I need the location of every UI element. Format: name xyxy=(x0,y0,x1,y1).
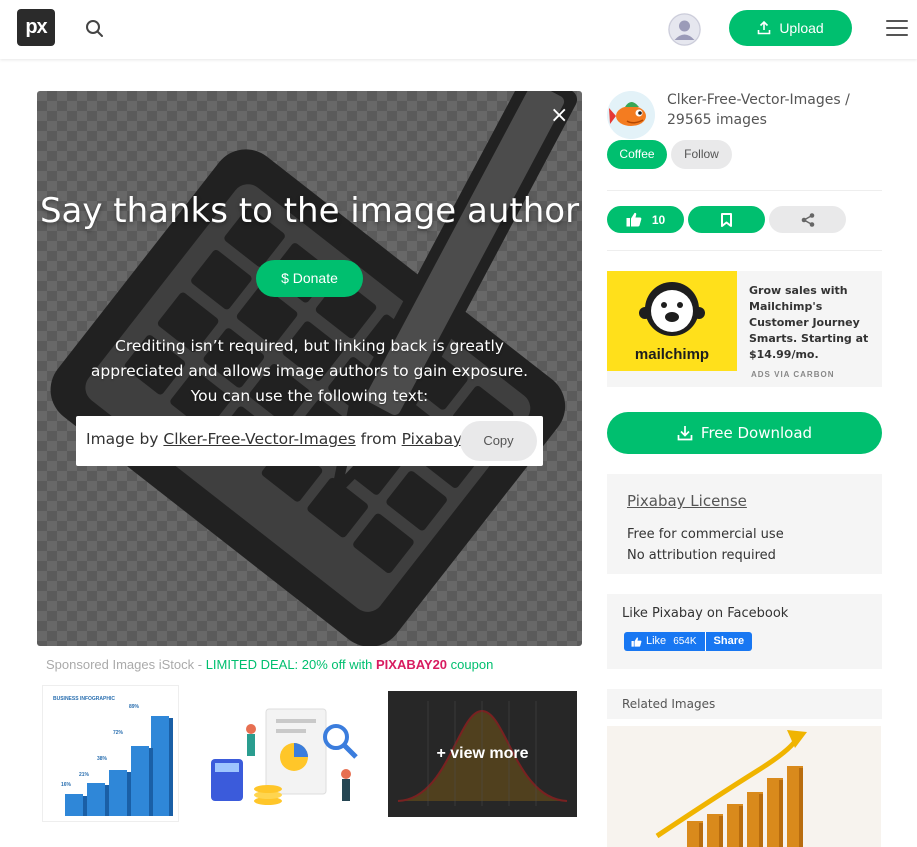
donate-button[interactable]: $ Donate xyxy=(256,260,363,297)
coffee-button[interactable]: Coffee xyxy=(607,140,667,169)
ad-via-carbon[interactable]: ADS VIA CARBON xyxy=(751,370,834,379)
thumbs-up-icon xyxy=(626,212,642,227)
download-icon xyxy=(677,426,693,441)
svg-text:89%: 89% xyxy=(129,704,140,710)
close-icon[interactable]: × xyxy=(550,105,568,127)
view-more-link[interactable]: + view more xyxy=(388,691,577,817)
ad-brand: mailchimp xyxy=(635,346,709,363)
sponsored-image-infographic[interactable]: BUSINESS INFOGRAPHIC 89% 72% 38% 21% 16% xyxy=(42,685,179,822)
hamburger-menu-icon[interactable] xyxy=(886,20,908,38)
svg-text:BUSINESS INFOGRAPHIC: BUSINESS INFOGRAPHIC xyxy=(53,696,115,702)
facebook-like-button[interactable]: Like xyxy=(624,632,674,651)
related-image[interactable] xyxy=(607,726,881,847)
upload-label: Upload xyxy=(779,20,824,36)
share-icon xyxy=(801,212,814,227)
credit-author-link[interactable]: Clker-Free-Vector-Images xyxy=(163,430,355,448)
coupon-code: PIXABAY20 xyxy=(375,657,448,672)
ad-image[interactable]: mailchimp xyxy=(607,271,737,371)
author-info: Clker-Free-Vector-Images / 29565 images xyxy=(667,90,882,130)
like-count: 10 xyxy=(651,212,666,227)
credit-text-box: Image by Clker-Free-Vector-Images from P… xyxy=(76,416,543,466)
credit-from: from xyxy=(360,430,397,448)
main-image-panel: × Say thanks to the image author $ Donat… xyxy=(37,91,582,646)
credit-line: Image by Clker-Free-Vector-Images from P… xyxy=(86,430,462,448)
facebook-thumb-icon xyxy=(631,637,642,647)
svg-text:72%: 72% xyxy=(113,730,124,736)
credit-prefix: Image by xyxy=(86,430,159,448)
svg-text:38%: 38% xyxy=(97,756,108,762)
download-label: Free Download xyxy=(700,424,813,442)
free-download-button[interactable]: Free Download xyxy=(607,412,882,454)
facebook-like-widget: Like 654K Share xyxy=(624,632,753,651)
save-button[interactable] xyxy=(688,206,765,233)
pixabay-logo[interactable]: px xyxy=(17,9,55,46)
like-button[interactable]: 10 xyxy=(607,206,684,233)
author-image-count: 29565 images xyxy=(667,112,767,128)
author-name-link[interactable]: Clker-Free-Vector-Images xyxy=(667,92,841,108)
search-icon[interactable] xyxy=(84,18,106,40)
license-link[interactable]: Pixabay License xyxy=(627,492,747,510)
divider xyxy=(607,250,882,251)
bookmark-icon xyxy=(721,212,732,227)
sponsored-banner: Sponsored Images iStock - LIMITED DEAL: … xyxy=(46,657,493,672)
carbon-ad[interactable]: mailchimp Grow sales with Mailchimp's Cu… xyxy=(607,271,882,387)
copy-button[interactable]: Copy xyxy=(460,421,537,461)
related-images-title: Related Images xyxy=(622,697,716,711)
share-button[interactable] xyxy=(769,206,846,233)
upload-button[interactable]: Upload xyxy=(729,10,852,46)
license-panel: Pixabay License Free for commercial use … xyxy=(607,474,882,574)
sponsored-image-bell-curve[interactable]: + view more xyxy=(388,691,577,817)
user-avatar-icon[interactable] xyxy=(668,13,701,46)
divider xyxy=(607,190,882,191)
facebook-panel: Like Pixabay on Facebook Like 654K Share xyxy=(607,594,882,669)
credit-site-link[interactable]: Pixabay xyxy=(402,430,463,448)
facebook-title: Like Pixabay on Facebook xyxy=(622,606,789,621)
upload-icon xyxy=(758,21,771,35)
facebook-share-button[interactable]: Share xyxy=(704,632,753,651)
svg-text:21%: 21% xyxy=(79,772,90,778)
follow-button[interactable]: Follow xyxy=(671,140,732,169)
license-commercial: Free for commercial use xyxy=(627,527,784,542)
thanks-heading: Say thanks to the image author xyxy=(39,191,580,231)
sponsored-deal-link[interactable]: LIMITED DEAL: 20% off with PIXABAY20 cou… xyxy=(206,657,494,672)
author-avatar[interactable] xyxy=(607,91,655,139)
credit-explanation: Crediting isn’t required, but linking ba… xyxy=(90,337,529,405)
svg-text:16%: 16% xyxy=(61,782,72,788)
ad-text[interactable]: Grow sales with Mailchimp's Customer Jou… xyxy=(749,283,874,363)
top-bar: px Upload xyxy=(0,0,917,59)
sponsored-image-finance[interactable] xyxy=(196,689,372,819)
sponsored-prefix: Sponsored Images iStock - xyxy=(46,657,206,672)
license-attribution: No attribution required xyxy=(627,548,776,563)
facebook-like-count: 654K xyxy=(673,632,705,651)
related-images-header: Related Images xyxy=(607,689,882,719)
author-separator: / xyxy=(840,92,850,108)
